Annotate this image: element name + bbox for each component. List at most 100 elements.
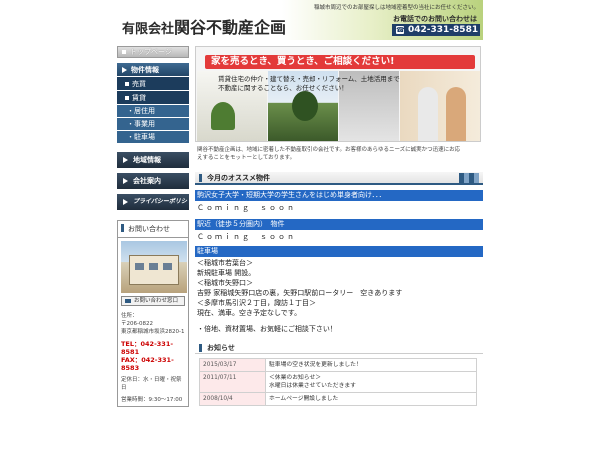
contact-box: お問い合わせ お問い合わせ窓口 住所： 〒206-0822 東京都稲城市坂浜28… (117, 220, 189, 407)
hero-text-line: 不動産に関することなら、お任せください！ (218, 84, 348, 92)
page: 有限会社関谷不動産企画 稲城市周辺でのお部屋探しは地域密着型の当社にお任せくださ… (117, 0, 483, 450)
contact-hours: 営業時間：9:30～17:00 (121, 397, 183, 403)
table-row: 2011/07/11 ＜休業のお知らせ＞ 水曜日は休業させていただきます (199, 371, 477, 393)
nav-area-info[interactable]: 地域情報 (117, 152, 189, 168)
header-phone-number: 042-331-8581 (408, 25, 479, 35)
nav-property-info[interactable]: 物件情報 (117, 63, 189, 77)
square-bullet-icon (122, 50, 126, 54)
contact-fax: FAX：042-331-8583 (121, 356, 174, 372)
office-window-shape (163, 263, 172, 270)
nav-sale-label: 売買 (132, 80, 146, 88)
parking-line: 現在、満車。空き予定なしです。 (197, 309, 302, 317)
contact-holidays: 定休日：水・日曜・祝祭日 (121, 377, 182, 391)
company-name: 関谷不動産企画 (174, 18, 287, 37)
heading-bar-icon (121, 224, 124, 232)
news-line: 水曜日は休業させていただきます (269, 383, 356, 389)
plant-image (211, 102, 235, 130)
contact-info: 住所： 〒206-0822 東京都稲城市坂浜2820-1 TEL：042-331… (118, 310, 188, 406)
hero-text-line: 賃貸住宅の仲介・建て替え・売却・リフォーム、土地活用まで (218, 75, 400, 83)
news-text[interactable]: 駐車場の空き状況を更新しました！ (265, 358, 477, 372)
news-date: 2015/03/17 (199, 358, 266, 372)
heading-bar-icon (199, 344, 202, 352)
office-window-shape (149, 263, 158, 270)
sidebar: トップページ 物件情報 売買 賃貸 ・居住用 ・事業用 ・駐車場 地域情報 会社… (117, 46, 189, 407)
nav-rent[interactable]: 賃貸 (117, 91, 189, 105)
phone-icon: ☎ (396, 26, 405, 34)
intro-text: 関谷不動産企画は、地域に密着した不動産取引の会社です。お客様のあらゆるニーズに誠… (195, 142, 483, 168)
parking-line: ＜稲城市若葉台＞ (197, 259, 253, 267)
nav-property-info-label: 物件情報 (131, 66, 159, 74)
contact-heading: お問い合わせ (118, 221, 188, 238)
hero-text: 賃貸住宅の仲介・建て替え・売却・リフォーム、土地活用まで 不動産に関することなら… (218, 75, 400, 93)
office-photo (121, 241, 187, 293)
contact-address: 東京都稲城市坂浜2820-1 (121, 329, 185, 335)
envelope-icon (125, 299, 131, 303)
square-bullet-icon (125, 82, 129, 86)
triangle-right-icon (123, 199, 128, 205)
nav-sale[interactable]: 売買 (117, 77, 189, 91)
hero-slogan: 家を売るとき、買うとき、ご相談ください! (205, 55, 475, 69)
triangle-right-icon (123, 157, 128, 163)
news-table: 2015/03/17 駐車場の空き状況を更新しました！ 2011/07/11 ＜… (199, 358, 477, 406)
nav-privacy-policy[interactable]: プライバシーポリシー (117, 194, 189, 221)
contact-mail-button-label: お問い合わせ窓口 (134, 298, 179, 304)
news-heading: お知らせ (195, 342, 483, 354)
coming-soon-text: Ｃｏｍｉｎｇ ｓｏｏｎ (197, 204, 296, 212)
table-row: 2015/03/17 駐車場の空き状況を更新しました！ (199, 358, 477, 372)
listing-student-band[interactable]: 駒沢女子大学・短期大学の学生さんをはじめ単身者向け．．． (195, 190, 483, 201)
news-heading-label: お知らせ (207, 344, 235, 352)
news-date: 2011/07/11 (199, 371, 266, 393)
nav-parking[interactable]: ・駐車場 (117, 131, 189, 144)
parking-line: 吉野 家稲城矢野口店の裏，矢野口駅前ロータリー 空きあります (197, 289, 403, 297)
hero-photo-couple (400, 71, 480, 141)
contact-address-label: 住所： (121, 313, 138, 319)
parking-line: ・倍地、資材置場、お気軽にご相談下さい！ (197, 325, 337, 333)
site-header: 有限会社関谷不動産企画 稲城市周辺でのお部屋探しは地域密着型の当社にお任せくださ… (117, 0, 483, 40)
hero-banner: 家を売るとき、買うとき、ご相談ください! 賃貸住宅の仲介・建て替え・売却・リフォ… (195, 46, 481, 142)
nav-top-page-label: トップページ (130, 48, 172, 56)
nav-rent-label: 賃貸 (132, 94, 146, 102)
office-building-shape (129, 255, 179, 285)
header-phone: ☎ 042-331-8581 (392, 24, 480, 36)
nav-area-info-label: 地域情報 (133, 156, 161, 164)
listing-parking-band[interactable]: 駐車場 (195, 246, 483, 257)
intro-line: えすることをモットーとしております。 (197, 155, 296, 161)
heading-bar-icon (199, 174, 202, 182)
company-logo[interactable]: 有限会社関谷不動産企画 (122, 14, 286, 38)
news-date: 2008/10/4 (199, 392, 266, 406)
contact-heading-label: お問い合わせ (128, 225, 170, 233)
triangle-right-icon (123, 178, 128, 184)
contact-zip: 〒206-0822 (121, 321, 153, 327)
news-line: ホームページ開設しました (269, 396, 339, 402)
person-image (418, 87, 438, 141)
news-text[interactable]: ホームページ開設しました (265, 392, 477, 406)
main-content: 家を売るとき、買うとき、ご相談ください! 賃貸住宅の仲介・建て替え・売却・リフォ… (195, 46, 483, 406)
news-line: ＜休業のお知らせ＞ (269, 375, 322, 381)
parking-line: ＜多摩市馬引沢２丁目，諏訪１丁目＞ (197, 299, 316, 307)
contact-tel: TEL：042-331-8581 (121, 340, 174, 356)
parking-details: ＜稲城市若葉台＞ 新規駐車場 開設。 ＜稲城市矢野口＞ 吉野 家稲城矢野口店の裏… (195, 258, 483, 334)
nav-residential[interactable]: ・居住用 (117, 105, 189, 118)
person-image (446, 87, 466, 141)
nav-top-page[interactable]: トップページ (117, 46, 189, 58)
nav-commercial[interactable]: ・事業用 (117, 118, 189, 131)
parking-line: ＜稲城市矢野口＞ (197, 279, 253, 287)
coming-soon-text: Ｃｏｍｉｎｇ ｓｏｏｎ (197, 233, 296, 241)
triangle-right-icon (122, 67, 127, 73)
listing-station-band[interactable]: 駅近（徒歩５分圏内） 物件 (195, 219, 483, 230)
nav-company-info[interactable]: 会社案内 (117, 173, 189, 189)
contact-mail-button[interactable]: お問い合わせ窓口 (121, 296, 185, 306)
buildings-icon (459, 173, 479, 183)
recommend-heading: 今月のオススメ物件 (195, 172, 483, 185)
table-row: 2008/10/4 ホームページ開設しました (199, 392, 477, 406)
header-contact-label: お電話でのお問い合わせは (393, 15, 477, 23)
nav-company-info-label: 会社案内 (133, 177, 161, 185)
parking-line: 新規駐車場 開設。 (197, 269, 256, 277)
office-window-shape (135, 263, 144, 270)
nav-privacy-policy-label: プライバシーポリシー (133, 198, 187, 221)
square-bullet-icon (125, 96, 129, 100)
news-text[interactable]: ＜休業のお知らせ＞ 水曜日は休業させていただきます (265, 371, 477, 393)
news-line: 駐車場の空き状況を更新しました！ (269, 362, 362, 368)
intro-line: 関谷不動産企画は、地域に密着した不動産取引の会社です。お客様のあらゆるニーズに誠… (197, 147, 461, 153)
recommend-heading-label: 今月のオススメ物件 (207, 174, 270, 182)
